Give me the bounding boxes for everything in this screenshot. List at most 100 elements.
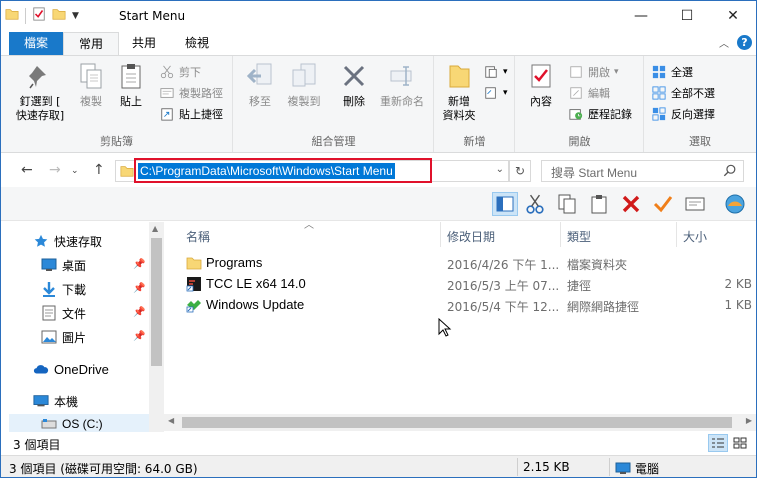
column-divider[interactable] bbox=[676, 222, 677, 247]
nav-label: 本機 bbox=[54, 394, 79, 409]
nav-item-downloads[interactable]: 下載 bbox=[41, 279, 86, 299]
file-name: Programs bbox=[206, 255, 263, 270]
rename-button[interactable]: 重新命名 bbox=[374, 60, 430, 109]
details-view-icon[interactable] bbox=[708, 434, 728, 452]
minimize-button[interactable]: — bbox=[618, 1, 664, 31]
file-type: 網際網路捷徑 bbox=[567, 300, 640, 314]
new-folder-icon[interactable] bbox=[52, 7, 66, 24]
pin-icon[interactable]: 📌 bbox=[133, 259, 145, 270]
invert-selection-button[interactable]: 反向選擇 bbox=[651, 104, 715, 124]
tab-share[interactable]: 共用 bbox=[123, 32, 165, 55]
properties-icon[interactable] bbox=[32, 7, 46, 24]
edit-button[interactable]: 編輯 bbox=[568, 83, 610, 103]
rename-label: 重新命名 bbox=[380, 95, 424, 108]
move-to-button[interactable]: 移至 bbox=[242, 60, 278, 109]
nav-label: 快速存取 bbox=[54, 234, 103, 249]
back-arrow-icon[interactable]: ← bbox=[21, 162, 33, 178]
select-all-button[interactable]: 全選 bbox=[651, 62, 693, 82]
copy-button[interactable]: 複製 bbox=[73, 60, 109, 109]
tab-home[interactable]: 常用 bbox=[63, 32, 119, 55]
nav-scrollbar[interactable]: ▲ bbox=[149, 222, 164, 432]
folder-icon bbox=[186, 255, 202, 271]
forward-arrow-icon[interactable]: → bbox=[49, 162, 61, 178]
maximize-button[interactable]: ☐ bbox=[664, 1, 710, 31]
paste-shortcut-button[interactable]: 貼上捷徑 bbox=[159, 104, 223, 124]
file-list: ︿ 名稱 修改日期 類型 大小 Programs 2016/4/26 下午 1.… bbox=[164, 220, 756, 432]
recent-dropdown-icon[interactable]: ⌄ bbox=[71, 166, 79, 176]
scroll-left-icon[interactable]: ◀ bbox=[168, 416, 174, 425]
nav-item-documents[interactable]: 文件 bbox=[41, 303, 86, 323]
qat-dropdown-icon[interactable]: ▼ bbox=[72, 11, 79, 21]
table-row[interactable]: Windows Update 2016/5/4 下午 12... 網際網路捷徑 … bbox=[164, 295, 756, 316]
rename-icon bbox=[387, 60, 417, 92]
nav-item-onedrive[interactable]: OneDrive bbox=[33, 359, 109, 379]
shell-icon[interactable] bbox=[722, 192, 748, 216]
cut-button[interactable]: 剪下 bbox=[159, 62, 201, 82]
large-icons-view-icon[interactable] bbox=[730, 434, 750, 452]
properties-label: 內容 bbox=[530, 95, 552, 108]
copy-to-button[interactable]: 複製到 bbox=[282, 60, 326, 109]
checkmark-icon[interactable] bbox=[650, 192, 676, 216]
pc-icon bbox=[33, 393, 49, 409]
column-divider[interactable] bbox=[560, 222, 561, 247]
select-all-label: 全選 bbox=[671, 66, 693, 79]
new-folder-icon bbox=[444, 60, 474, 92]
help-icon[interactable]: ? bbox=[737, 35, 752, 50]
nav-item-os-drive[interactable]: OS (C:) bbox=[9, 414, 149, 434]
select-none-button[interactable]: 全部不選 bbox=[651, 83, 715, 103]
refresh-icon: ↻ bbox=[514, 164, 526, 178]
close-button[interactable]: ✕ bbox=[710, 1, 756, 31]
preview-pane-icon[interactable] bbox=[492, 192, 518, 216]
column-date[interactable]: 修改日期 bbox=[447, 228, 495, 245]
up-arrow-icon[interactable]: ↑ bbox=[93, 162, 105, 178]
column-size[interactable]: 大小 bbox=[683, 228, 707, 245]
copy-path-button[interactable]: 複製路徑 bbox=[159, 83, 223, 103]
address-dropdown-icon[interactable]: ⌄ bbox=[496, 164, 504, 175]
nav-item-pictures[interactable]: 圖片 bbox=[41, 327, 86, 347]
column-type[interactable]: 類型 bbox=[567, 228, 591, 245]
delete-button[interactable]: 刪除 bbox=[336, 60, 372, 109]
nav-item-this-pc[interactable]: 本機 bbox=[33, 391, 78, 411]
easy-access-button[interactable]: ▾ bbox=[483, 83, 508, 103]
table-row[interactable]: Programs 2016/4/26 下午 1... 檔案資料夾 bbox=[164, 253, 756, 274]
column-name[interactable]: 名稱 bbox=[186, 228, 210, 245]
nav-item-desktop[interactable]: 桌面 bbox=[41, 255, 86, 275]
clipboard-paste-icon[interactable] bbox=[586, 192, 612, 216]
drive-icon bbox=[41, 416, 57, 432]
table-row[interactable]: TCC LE x64 14.0 2016/5/3 上午 07... 捷徑 2 K… bbox=[164, 274, 756, 295]
pin-icon[interactable]: 📌 bbox=[133, 331, 145, 342]
paste-button[interactable]: 貼上 bbox=[113, 60, 149, 109]
scroll-up-icon[interactable]: ▲ bbox=[152, 224, 158, 233]
horizontal-scrollbar[interactable]: ◀ ▶ bbox=[164, 414, 756, 431]
pin-icon[interactable]: 📌 bbox=[133, 307, 145, 318]
tab-view[interactable]: 檢視 bbox=[173, 32, 221, 55]
pin-icon[interactable]: 📌 bbox=[133, 283, 145, 294]
ribbon-collapse-icon[interactable]: ︿ bbox=[719, 35, 729, 50]
paste-label: 貼上 bbox=[120, 95, 142, 108]
file-name: TCC LE x64 14.0 bbox=[206, 276, 306, 291]
cut-scissors-icon[interactable] bbox=[522, 192, 548, 216]
rename-field-icon[interactable] bbox=[682, 192, 708, 216]
new-folder-button[interactable]: 新增 資料夾 bbox=[439, 60, 479, 123]
copy-files-icon[interactable] bbox=[554, 192, 580, 216]
tab-file[interactable]: 檔案 bbox=[9, 32, 63, 55]
scroll-right-icon[interactable]: ▶ bbox=[746, 416, 752, 425]
copy-path-icon bbox=[159, 85, 175, 101]
nav-scrollbar-thumb[interactable] bbox=[151, 238, 162, 366]
refresh-button[interactable]: ↻ bbox=[509, 160, 531, 182]
horizontal-scrollbar-thumb[interactable] bbox=[182, 417, 732, 428]
open-dropdown-icon: ▾ bbox=[614, 67, 619, 77]
search-box[interactable]: 搜尋 Start Menu bbox=[541, 160, 744, 182]
column-divider[interactable] bbox=[440, 222, 441, 247]
delete-red-x-icon[interactable] bbox=[618, 192, 644, 216]
properties-button[interactable]: 內容 bbox=[524, 60, 558, 109]
nav-item-quick-access[interactable]: 快速存取 bbox=[33, 231, 102, 251]
pin-quick-access-button[interactable]: 釘選到 [ 快速存取] bbox=[11, 60, 69, 123]
status-bar: 3 個項目 bbox=[1, 432, 756, 454]
search-icon[interactable] bbox=[723, 164, 737, 181]
history-button[interactable]: 歷程記錄 bbox=[568, 104, 632, 124]
new-item-button[interactable]: ▾ bbox=[483, 62, 508, 82]
open-button[interactable]: 開啟 ▾ bbox=[568, 62, 619, 82]
ribbon-tabs: 檔案 常用 共用 檢視 bbox=[1, 32, 756, 55]
free-space-status: 3 個項目 (磁碟可用空間: 64.0 GB) bbox=[9, 462, 198, 476]
